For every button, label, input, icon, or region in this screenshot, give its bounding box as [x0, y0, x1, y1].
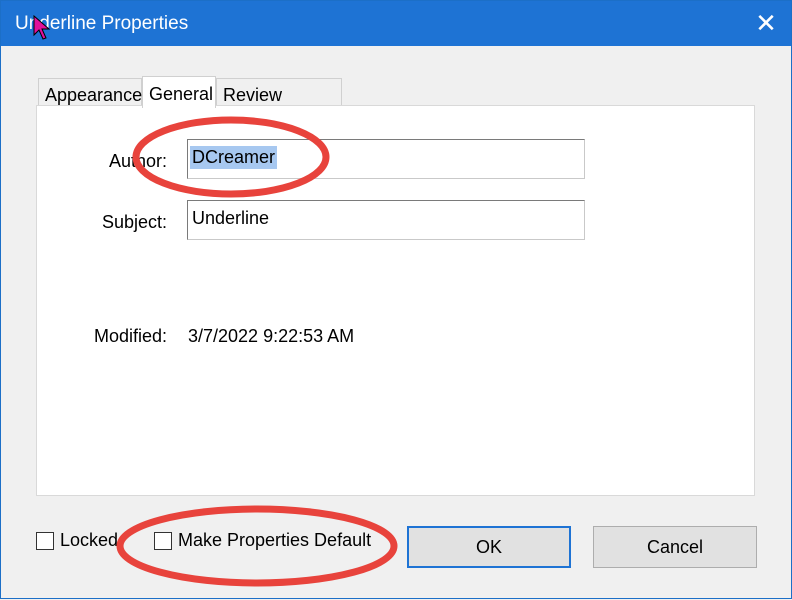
tab-general[interactable]: General	[142, 76, 216, 108]
modified-value: 3/7/2022 9:22:53 AM	[188, 326, 355, 346]
ok-button[interactable]: OK	[407, 526, 571, 568]
modified-label: Modified:	[93, 326, 167, 346]
cancel-button[interactable]: Cancel	[593, 526, 757, 568]
tab-label: Appearance	[45, 85, 143, 105]
locked-label: Locked	[60, 530, 119, 550]
subject-value: Underline	[192, 208, 270, 228]
ok-label: OK	[475, 536, 502, 557]
author-field[interactable]: DCreamer	[187, 139, 585, 179]
properties-dialog: Underline Properties ✕ Appearance Genera…	[0, 0, 792, 599]
checkbox-box[interactable]	[36, 531, 54, 550]
cancel-label: Cancel	[646, 536, 704, 557]
tab-label: General	[149, 84, 214, 104]
author-label: Author:	[108, 151, 167, 171]
tab-appearance[interactable]: Appearance	[38, 78, 142, 106]
author-value: DCreamer	[190, 146, 278, 169]
title-bar: Underline Properties ✕	[1, 1, 791, 46]
tab-review-history[interactable]: Review History	[216, 78, 342, 137]
locked-checkbox[interactable]: Locked	[36, 530, 118, 551]
mouse-pointer-icon	[33, 15, 51, 40]
make-default-label: Make Properties Default	[178, 530, 372, 550]
close-icon[interactable]: ✕	[741, 1, 791, 46]
make-default-checkbox[interactable]: Make Properties Default	[154, 530, 371, 551]
subject-label: Subject:	[101, 212, 167, 232]
subject-field[interactable]: Underline	[187, 200, 585, 240]
checkbox-box[interactable]	[154, 531, 172, 550]
